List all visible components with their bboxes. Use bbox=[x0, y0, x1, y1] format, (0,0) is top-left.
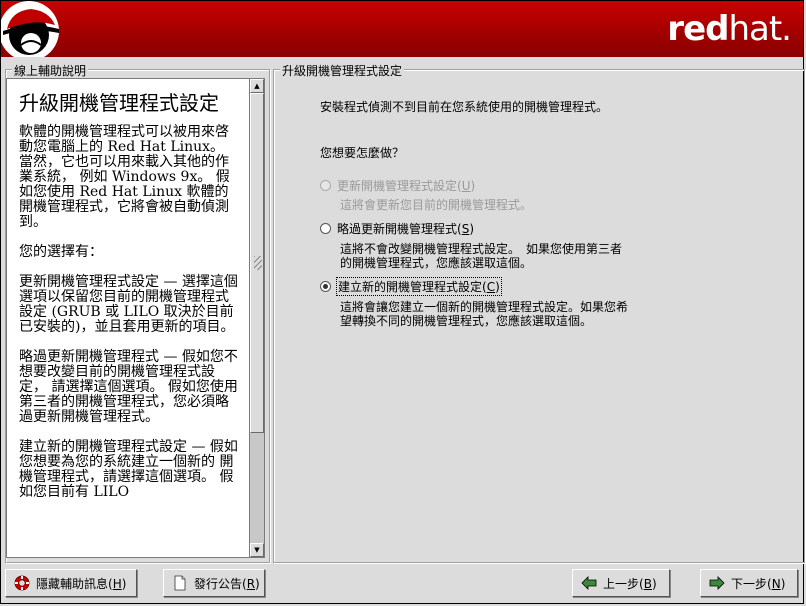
redhat-shadowman-icon bbox=[1, 1, 59, 57]
help-scrollbar[interactable]: ▲ ▼ bbox=[249, 78, 265, 558]
radio-skip-bootloader[interactable] bbox=[320, 223, 331, 234]
intro-text: 安裝程式偵測不到目前在您系統使用的開機管理程式。 bbox=[320, 100, 609, 114]
help-paragraph: 建立新的開機管理程式設定 — 假如您想要為您的系統建立一個新的 開機管理程式，請… bbox=[19, 439, 238, 500]
bootloader-group-title: 升級開機管理程式設定 bbox=[280, 62, 405, 79]
back-button[interactable]: 上一步(B) bbox=[572, 569, 670, 597]
lifebuoy-icon bbox=[14, 575, 30, 591]
option-update-bootloader[interactable]: 更新開機管理程式設定(U) bbox=[320, 177, 475, 194]
grip-icon bbox=[254, 256, 262, 270]
scroll-up-arrow-icon[interactable]: ▲ bbox=[250, 79, 264, 93]
redhat-logo-text: redhat. bbox=[667, 9, 792, 49]
scroll-down-arrow-icon[interactable]: ▼ bbox=[250, 543, 264, 557]
option-new-bootloader[interactable]: 建立新的開機管理程式設定(C) bbox=[320, 277, 502, 296]
help-title: 升級開機管理程式設定 bbox=[19, 91, 219, 115]
option-description: 這將會更新您目前的開機管理程式。 bbox=[340, 198, 533, 212]
help-paragraph: 您的選擇有： bbox=[19, 244, 103, 260]
help-paragraph: 更新開機管理程式設定 — 選擇這個選項以保留您目前的開機管理程式設定 (GRUB… bbox=[19, 274, 238, 335]
back-label: 上一步(B) bbox=[603, 576, 657, 591]
header-banner: redhat. bbox=[1, 1, 803, 57]
next-label: 下一步(N) bbox=[731, 576, 786, 591]
option-label: 更新開機管理程式設定(U) bbox=[337, 179, 476, 193]
option-label: 建立新的開機管理程式設定(C) bbox=[336, 277, 502, 296]
document-icon bbox=[174, 575, 186, 591]
question-text: 您想要怎麼做？ bbox=[320, 146, 405, 160]
next-button[interactable]: 下一步(N) bbox=[700, 569, 798, 597]
help-paragraph: 略過更新開機管理程式 — 假如您不想要改變目前的開機管理程式設定， 請選擇這個選… bbox=[19, 349, 238, 425]
radio-new-bootloader[interactable] bbox=[320, 281, 331, 292]
help-paragraph: 軟體的開機管理程式可以被用來啓動您電腦上的 Red Hat Linux。 當然，… bbox=[19, 124, 230, 230]
option-description: 這將不會改變開機管理程式設定。 如果您使用第三者的開機管理程式，您應該選取這個。 bbox=[340, 242, 623, 270]
arrow-right-icon bbox=[709, 576, 725, 590]
option-description: 這將會讓您建立一個新的開機管理程式設定。如果您希望轉換不同的開機管理程式，您應該… bbox=[340, 300, 629, 328]
release-notes-label: 發行公告(R) bbox=[194, 576, 260, 591]
option-label: 略過更新開機管理程式(S) bbox=[337, 222, 475, 236]
release-notes-button[interactable]: 發行公告(R) bbox=[163, 569, 265, 597]
hide-help-button[interactable]: 隱藏輔助訊息(H) bbox=[5, 569, 137, 597]
arrow-left-icon bbox=[581, 576, 597, 590]
help-group-title: 線上輔助說明 bbox=[12, 62, 89, 79]
intro-text-block: 安裝程式偵測不到目前在您系統使用的開機管理程式。 bbox=[320, 100, 640, 114]
help-text-pane[interactable]: 升級開機管理程式設定 軟體的開機管理程式可以被用來啓動您電腦上的 Red Hat… bbox=[6, 78, 249, 558]
hide-help-label: 隱藏輔助訊息(H) bbox=[36, 576, 127, 591]
option-skip-bootloader[interactable]: 略過更新開機管理程式(S) bbox=[320, 220, 474, 237]
scrollbar-thumb[interactable] bbox=[250, 93, 264, 433]
radio-update-bootloader[interactable] bbox=[320, 180, 331, 191]
